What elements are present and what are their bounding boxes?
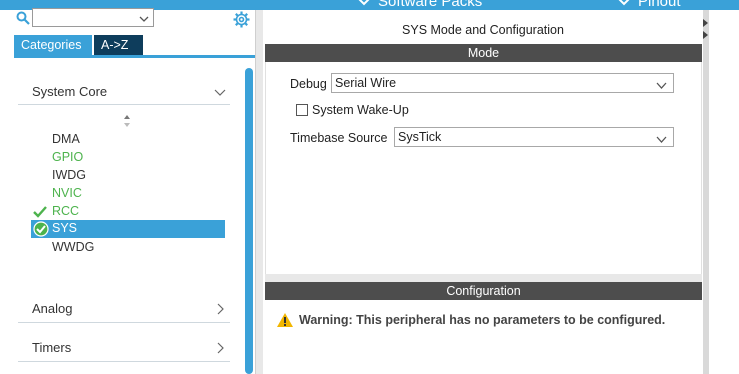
sort-icon[interactable] [122,114,132,128]
system-wakeup-label: System Wake-Up [312,103,409,117]
chevron-right-icon [214,342,226,354]
list-item-wwdg[interactable]: WWDG [52,240,94,254]
timebase-select[interactable]: SysTick [394,127,674,147]
debug-select[interactable]: Serial Wire [331,73,674,93]
list-item-label: SYS [52,221,78,235]
list-item-gpio[interactable]: GPIO [52,150,83,164]
list-item-nvic[interactable]: NVIC [52,186,82,200]
chevron-down-icon[interactable] [139,11,149,22]
right-margin [709,10,739,374]
timebase-value: SysTick [398,130,442,144]
warning-icon [276,312,294,328]
configuration-header: Configuration [265,282,702,300]
pinout-menu[interactable]: Pinout [618,0,681,10]
category-list [14,58,242,374]
mode-config-splitter[interactable] [265,274,702,282]
chevron-down-icon [358,0,370,10]
section-label: Timers [32,340,72,355]
mode-header: Mode [265,44,702,62]
timebase-label: Timebase Source [290,131,388,145]
search-input[interactable] [32,8,154,28]
section-divider [18,322,230,323]
category-scrollbar[interactable] [245,68,253,374]
pinout-label: Pinout [638,0,681,10]
tab-a-to-z[interactable]: A->Z [94,35,143,55]
chevron-down-icon [656,132,667,143]
warning-text: Warning: This peripheral has no paramete… [299,313,666,327]
tab-categories[interactable]: Categories [14,35,92,55]
chevron-right-icon [214,303,226,315]
list-item-sys[interactable]: SYS [31,220,225,238]
list-item-dma[interactable]: DMA [52,132,80,146]
search-icon[interactable] [16,11,30,25]
mode-area [265,62,702,274]
section-divider [18,361,230,362]
list-item-iwdg[interactable]: IWDG [52,168,86,182]
system-wakeup-checkbox[interactable] [296,104,308,116]
chevron-down-icon [618,0,630,10]
panel-splitter[interactable] [255,10,263,374]
section-divider [18,104,230,105]
chevron-down-icon [214,86,226,98]
page-title: SYS Mode and Configuration [402,23,564,37]
section-label: Analog [32,301,73,316]
check-icon [33,205,47,219]
debug-value: Serial Wire [335,76,397,90]
software-packs-menu[interactable]: Software Packs [358,0,482,10]
debug-label: Debug [290,77,327,91]
search-field[interactable] [33,10,137,28]
list-item-rcc[interactable]: RCC [52,204,79,218]
software-packs-label: Software Packs [378,0,483,10]
gear-icon[interactable] [233,11,250,28]
check-circle-icon [33,221,49,237]
chevron-down-icon [656,78,667,89]
section-label: System Core [32,84,108,99]
